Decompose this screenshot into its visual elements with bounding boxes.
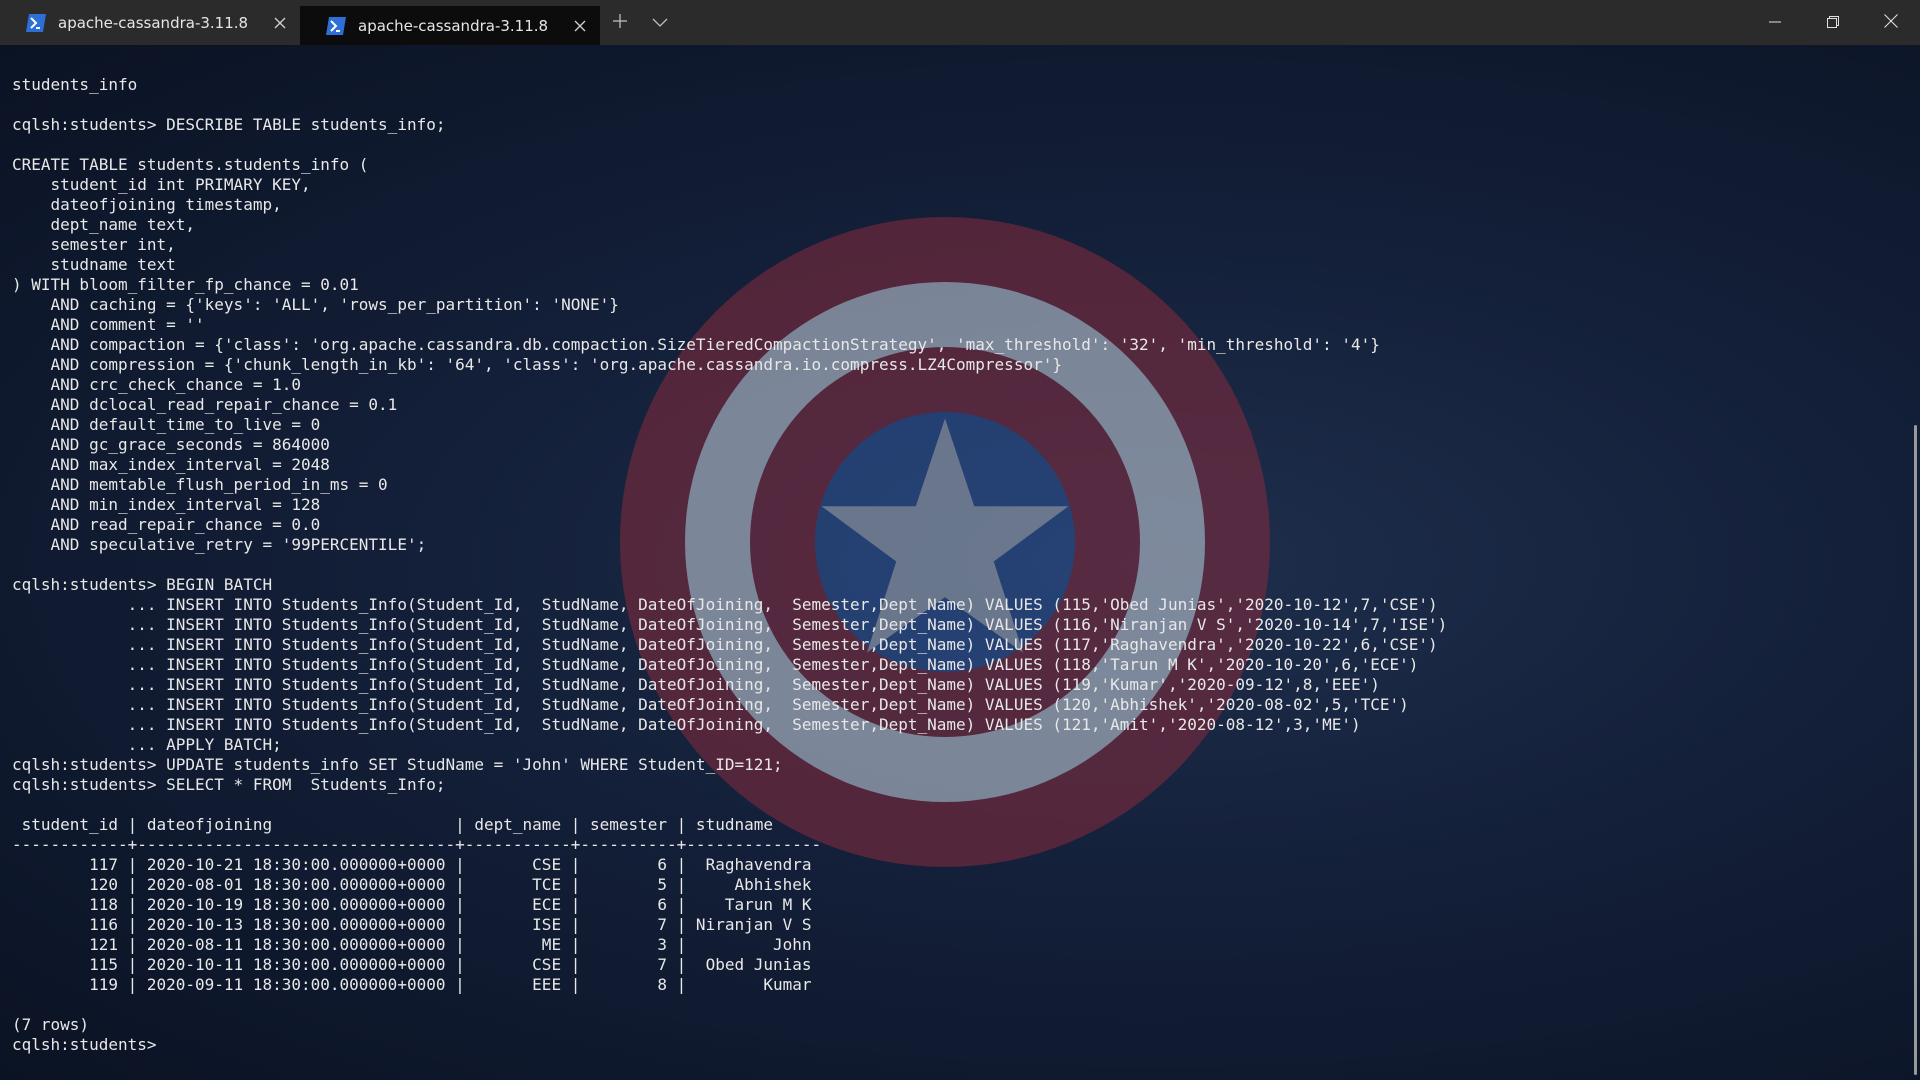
terminal-line: ... INSERT INTO Students_Info(Student_Id… (12, 715, 1361, 734)
tab-label: apache-cassandra-3.11.8 (358, 16, 549, 35)
terminal-line: ... INSERT INTO Students_Info(Student_Id… (12, 675, 1380, 694)
terminal-line: ... INSERT INTO Students_Info(Student_Id… (12, 615, 1448, 634)
tab-cassandra-2[interactable]: apache-cassandra-3.11.8 (300, 6, 600, 45)
terminal-line: AND gc_grace_seconds = 864000 (12, 435, 330, 454)
terminal-line: student_id | dateofjoining | dept_name |… (12, 815, 773, 834)
plus-icon (612, 13, 628, 33)
close-tab-icon[interactable] (272, 15, 288, 31)
terminal-line: studname text (12, 255, 176, 274)
powershell-icon (26, 13, 46, 32)
terminal-line: cqlsh:students> UPDATE students_info SET… (12, 755, 783, 774)
terminal-line: AND dclocal_read_repair_chance = 0.1 (12, 395, 398, 414)
terminal-line: 116 | 2020-10-13 18:30:00.000000+0000 | … (12, 915, 812, 934)
window-controls (1746, 0, 1920, 45)
terminal-line: ... INSERT INTO Students_Info(Student_Id… (12, 655, 1419, 674)
tab-bar: apache-cassandra-3.11.8 apache-cassandra… (0, 0, 1920, 45)
terminal-line: AND compression = {'chunk_length_in_kb':… (12, 355, 1062, 374)
close-tab-icon[interactable] (572, 18, 588, 34)
terminal-line: CREATE TABLE students.students_info ( (12, 155, 369, 174)
restore-icon (1827, 13, 1839, 32)
terminal-line: ) WITH bloom_filter_fp_chance = 0.01 (12, 275, 359, 294)
new-tab-button[interactable] (600, 0, 640, 45)
terminal-line: ... APPLY BATCH; (12, 735, 282, 754)
terminal-line: AND speculative_retry = '99PERCENTILE'; (12, 535, 427, 554)
terminal-line: 118 | 2020-10-19 18:30:00.000000+0000 | … (12, 895, 812, 914)
terminal-line: semester int, (12, 235, 176, 254)
terminal-line: cqlsh:students> BEGIN BATCH (12, 575, 273, 594)
minimize-icon (1769, 13, 1781, 32)
terminal-line: AND crc_check_chance = 1.0 (12, 375, 301, 394)
terminal-line: 120 | 2020-08-01 18:30:00.000000+0000 | … (12, 875, 812, 894)
terminal-line: ------------+---------------------------… (12, 835, 822, 854)
terminal-line: 121 | 2020-08-11 18:30:00.000000+0000 | … (12, 935, 812, 954)
terminal-line: ... INSERT INTO Students_Info(Student_Id… (12, 635, 1438, 654)
terminal-line: AND default_time_to_live = 0 (12, 415, 321, 434)
terminal-line: AND max_index_interval = 2048 (12, 455, 330, 474)
chevron-down-icon (652, 13, 668, 32)
terminal-line: (7 rows) (12, 1015, 90, 1034)
minimize-button[interactable] (1746, 0, 1804, 45)
tab-label: apache-cassandra-3.11.8 (58, 13, 249, 32)
restore-button[interactable] (1804, 0, 1862, 45)
terminal-line: AND min_index_interval = 128 (12, 495, 321, 514)
terminal-line: ... INSERT INTO Students_Info(Student_Id… (12, 695, 1409, 714)
terminal-line: ... INSERT INTO Students_Info(Student_Id… (12, 595, 1438, 614)
close-icon (1884, 13, 1898, 32)
terminal-line: cqlsh:students> (12, 1035, 167, 1054)
terminal-line: dept_name text, (12, 215, 196, 234)
terminal-line: dateofjoining timestamp, (12, 195, 282, 214)
scrollbar[interactable] (1908, 45, 1920, 1080)
terminal-line: AND read_repair_chance = 0.0 (12, 515, 321, 534)
terminal-line: AND memtable_flush_period_in_ms = 0 (12, 475, 388, 494)
terminal-line: AND caching = {'keys': 'ALL', 'rows_per_… (12, 295, 619, 314)
tab-dropdown-button[interactable] (640, 0, 680, 45)
close-window-button[interactable] (1862, 0, 1920, 45)
terminal-line: cqlsh:students> DESCRIBE TABLE students_… (12, 115, 446, 134)
terminal-line: students_info (12, 75, 138, 94)
terminal-line: 119 | 2020-09-11 18:30:00.000000+0000 | … (12, 975, 812, 994)
terminal-line: 117 | 2020-10-21 18:30:00.000000+0000 | … (12, 855, 812, 874)
scrollbar-thumb[interactable] (1914, 425, 1917, 1075)
terminal-output-area[interactable]: students_info cqlsh:students> DESCRIBE TA… (0, 45, 1920, 1080)
terminal-line: cqlsh:students> SELECT * FROM Students_I… (12, 775, 446, 794)
tab-cassandra-1[interactable]: apache-cassandra-3.11.8 (0, 0, 300, 45)
terminal-line: AND comment = '' (12, 315, 205, 334)
terminal-line: student_id int PRIMARY KEY, (12, 175, 311, 194)
terminal-line: AND compaction = {'class': 'org.apache.c… (12, 335, 1380, 354)
powershell-icon (326, 16, 346, 35)
terminal-window: apache-cassandra-3.11.8 apache-cassandra… (0, 0, 1920, 1080)
terminal-line: 115 | 2020-10-11 18:30:00.000000+0000 | … (12, 955, 812, 974)
terminal-text: students_info cqlsh:students> DESCRIBE TA… (12, 75, 1447, 1055)
